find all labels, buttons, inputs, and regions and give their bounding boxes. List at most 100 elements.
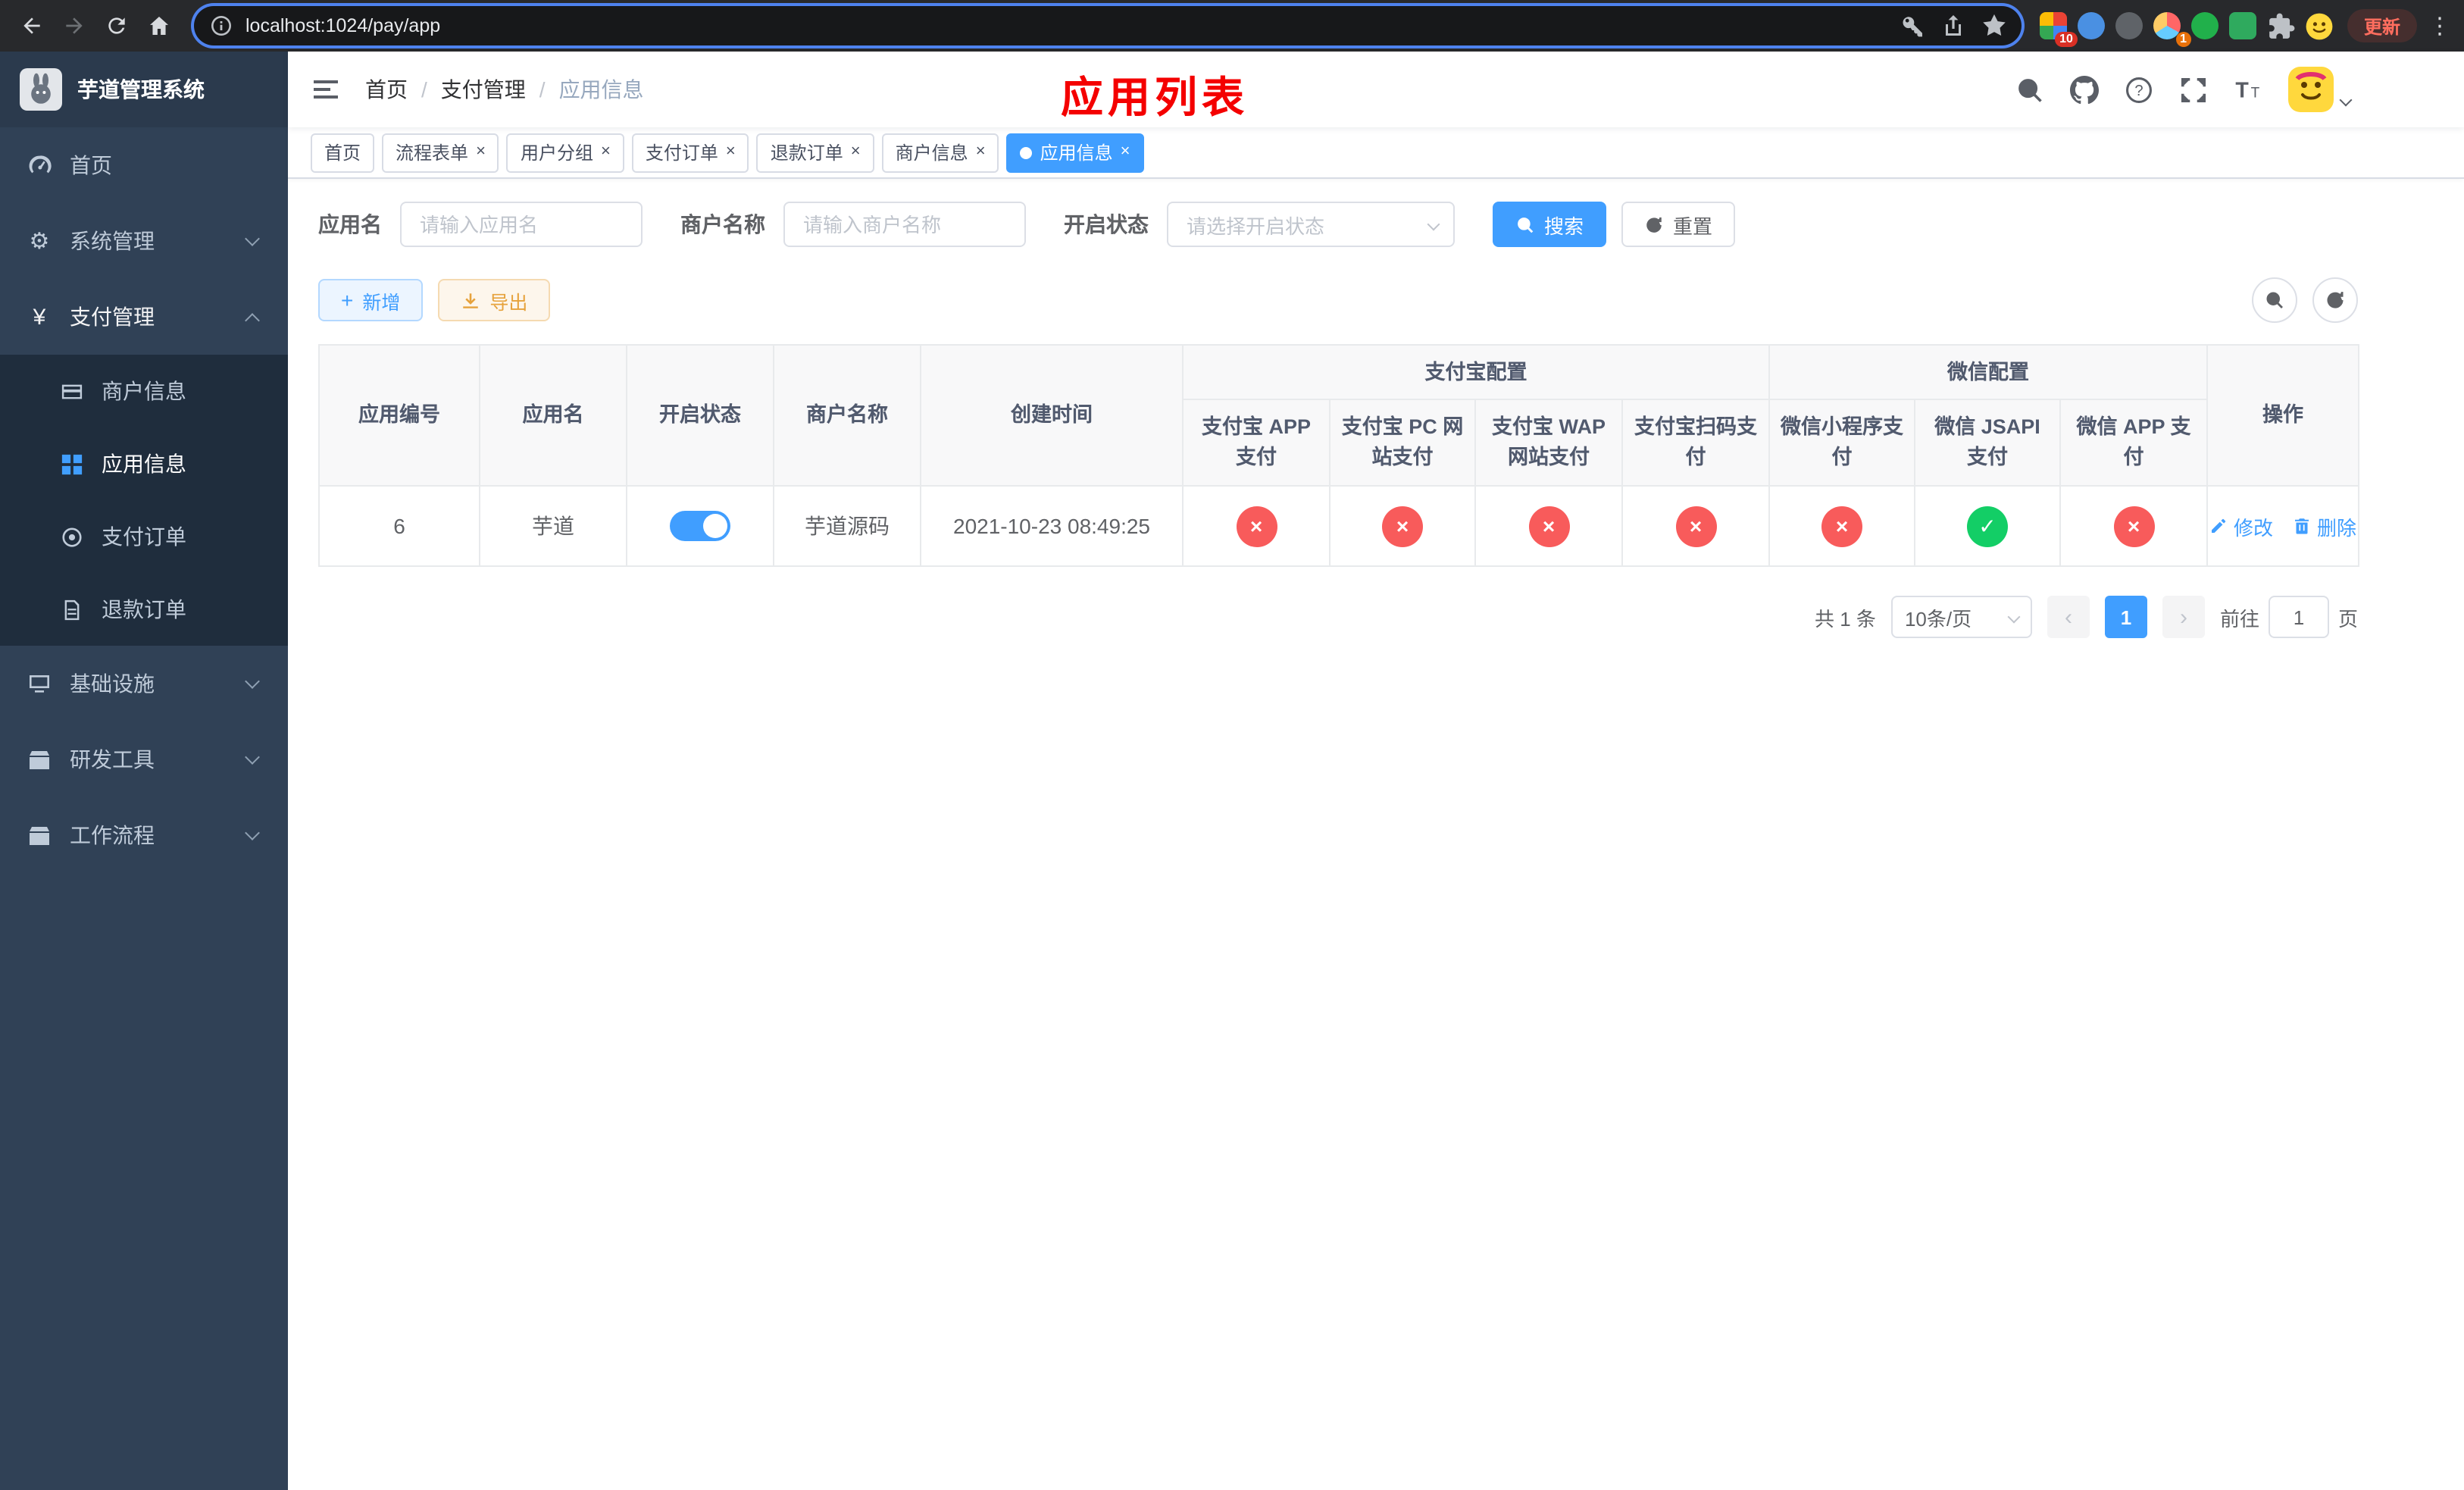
close-icon[interactable]: ×	[976, 143, 986, 161]
extension-green-circle-icon[interactable]	[2188, 8, 2223, 43]
box-icon	[30, 827, 49, 845]
status-select[interactable]: 请选择开启状态	[1167, 202, 1455, 247]
share-icon[interactable]	[1941, 14, 1965, 38]
hamburger-icon[interactable]	[311, 74, 341, 105]
status-icon: ×	[1528, 506, 1569, 546]
user-avatar[interactable]	[2288, 67, 2334, 112]
tab-merchant-info[interactable]: 商户信息 ×	[881, 133, 999, 172]
chevron-down-icon	[245, 750, 260, 765]
sidebar-item-devtools[interactable]: 研发工具	[0, 722, 288, 797]
table-row: 6 芋道 芋道源码 2021-10-23 08:49:25 × × × × ×	[318, 485, 2360, 567]
extension-blue-icon[interactable]	[2075, 8, 2109, 43]
download-icon	[463, 293, 479, 308]
close-icon[interactable]: ×	[851, 143, 861, 161]
font-size-icon[interactable]: TT	[2234, 75, 2262, 104]
active-dot	[1020, 146, 1033, 158]
sidebar-item-payment[interactable]: ¥ 支付管理	[0, 279, 288, 355]
add-button[interactable]: + 新增	[318, 279, 424, 321]
tab-refund-order[interactable]: 退款订单 ×	[756, 133, 874, 172]
back-icon[interactable]	[12, 6, 52, 45]
cell-merchant: 芋道源码	[773, 485, 921, 567]
sidebar-item-workflow[interactable]: 工作流程	[0, 797, 288, 873]
close-icon[interactable]: ×	[601, 143, 611, 161]
bookmark-star-icon[interactable]	[1982, 14, 2006, 38]
fullscreen-icon[interactable]	[2179, 75, 2208, 104]
status-label: 开启状态	[1064, 212, 1149, 236]
page-size-select[interactable]: 10条/页	[1890, 596, 2032, 638]
col-header-alipay-wap: 支付宝 WAP 网站支付	[1474, 399, 1623, 487]
github-icon[interactable]	[2070, 75, 2099, 104]
prev-page-button[interactable]: ‹	[2047, 596, 2090, 638]
extension-green-square-icon[interactable]	[2226, 8, 2261, 43]
tab-payment-order[interactable]: 支付订单 ×	[631, 133, 749, 172]
sidebar-item-home[interactable]: 首页	[0, 127, 288, 203]
cell-actions: 修改 删除	[2206, 485, 2360, 567]
help-icon[interactable]: ?	[2125, 75, 2153, 104]
breadcrumb-home[interactable]: 首页	[365, 74, 408, 105]
url-text[interactable]: localhost:1024/pay/app	[245, 15, 1900, 36]
reload-icon[interactable]	[97, 6, 136, 45]
app-logo[interactable]: 芋道管理系统	[0, 52, 288, 127]
merchant-name-input[interactable]	[783, 202, 1026, 247]
page-number-button[interactable]: 1	[2104, 596, 2147, 638]
password-key-icon[interactable]	[1900, 14, 1925, 38]
chevron-down-icon	[2007, 610, 2021, 624]
extension-dark-icon[interactable]	[2112, 8, 2147, 43]
edit-link[interactable]: 修改	[2209, 512, 2273, 540]
sidebar-item-system[interactable]: ⚙ 系统管理	[0, 203, 288, 279]
header-search-icon[interactable]	[2015, 75, 2044, 104]
svg-text:T: T	[2235, 78, 2249, 102]
export-button[interactable]: 导出	[438, 279, 551, 321]
sidebar-item-payment-order[interactable]: 支付订单	[0, 500, 288, 573]
app-name-input[interactable]	[400, 202, 643, 247]
breadcrumb-payment[interactable]: 支付管理	[441, 74, 526, 105]
browser-menu-icon[interactable]: ⋮	[2428, 12, 2452, 39]
box-icon	[30, 751, 49, 769]
refresh-table-button[interactable]	[2312, 277, 2358, 323]
tab-process-form[interactable]: 流程表单 ×	[382, 133, 499, 172]
merchant-name-label: 商户名称	[680, 212, 765, 236]
status-icon: ×	[2113, 506, 2154, 546]
site-info-icon[interactable]	[209, 14, 233, 38]
toggle-search-button[interactable]	[2252, 277, 2297, 323]
profile-avatar-icon[interactable]	[2302, 8, 2337, 43]
trash-icon	[2295, 518, 2309, 534]
gear-icon: ⚙	[29, 229, 50, 255]
col-header-alipay-qr: 支付宝扫码支付	[1621, 399, 1770, 487]
cell-alipay-wap: ×	[1474, 485, 1623, 567]
app-title: 芋道管理系统	[77, 77, 205, 102]
home-icon[interactable]	[139, 6, 179, 45]
sidebar-item-refund-order[interactable]: 退款订单	[0, 573, 288, 646]
yen-icon: ¥	[33, 304, 46, 330]
reset-button[interactable]: 重置	[1621, 202, 1736, 247]
user-menu[interactable]	[2288, 67, 2353, 112]
tab-user-group[interactable]: 用户分组 ×	[506, 133, 624, 172]
sidebar-item-app-info[interactable]: 应用信息	[0, 427, 288, 500]
close-icon[interactable]: ×	[476, 143, 486, 161]
goto-page-input[interactable]	[2268, 596, 2329, 638]
refresh-icon	[2327, 292, 2344, 308]
tab-home[interactable]: 首页	[311, 133, 375, 172]
extension-color-icon[interactable]: 1	[2150, 8, 2191, 46]
sidebar-item-infra[interactable]: 基础设施	[0, 646, 288, 722]
sidebar-item-merchant-info[interactable]: 商户信息	[0, 355, 288, 427]
enable-toggle[interactable]	[670, 511, 730, 541]
cell-wx-mini: ×	[1768, 485, 1915, 567]
forward-icon[interactable]	[55, 6, 94, 45]
col-header-created: 创建时间	[920, 344, 1184, 487]
address-bar[interactable]: localhost:1024/pay/app	[194, 6, 2022, 45]
close-icon[interactable]: ×	[726, 143, 736, 161]
delete-link[interactable]: 删除	[2293, 512, 2356, 540]
browser-update-button[interactable]: 更新	[2347, 9, 2417, 42]
extension-grid-icon[interactable]: 10	[2037, 8, 2078, 46]
close-icon[interactable]: ×	[1121, 143, 1130, 161]
extensions-puzzle-icon[interactable]	[2264, 8, 2299, 43]
search-button[interactable]: 搜索	[1493, 202, 1607, 247]
cell-alipay-app: ×	[1182, 485, 1330, 567]
group-header-wechat: 微信配置	[1768, 344, 2209, 400]
tab-app-info[interactable]: 应用信息 ×	[1006, 133, 1144, 172]
status-icon: ×	[1821, 506, 1862, 546]
grid-icon	[61, 453, 83, 474]
col-header-alipay-app: 支付宝 APP 支付	[1182, 399, 1330, 487]
next-page-button[interactable]: ›	[2162, 596, 2205, 638]
